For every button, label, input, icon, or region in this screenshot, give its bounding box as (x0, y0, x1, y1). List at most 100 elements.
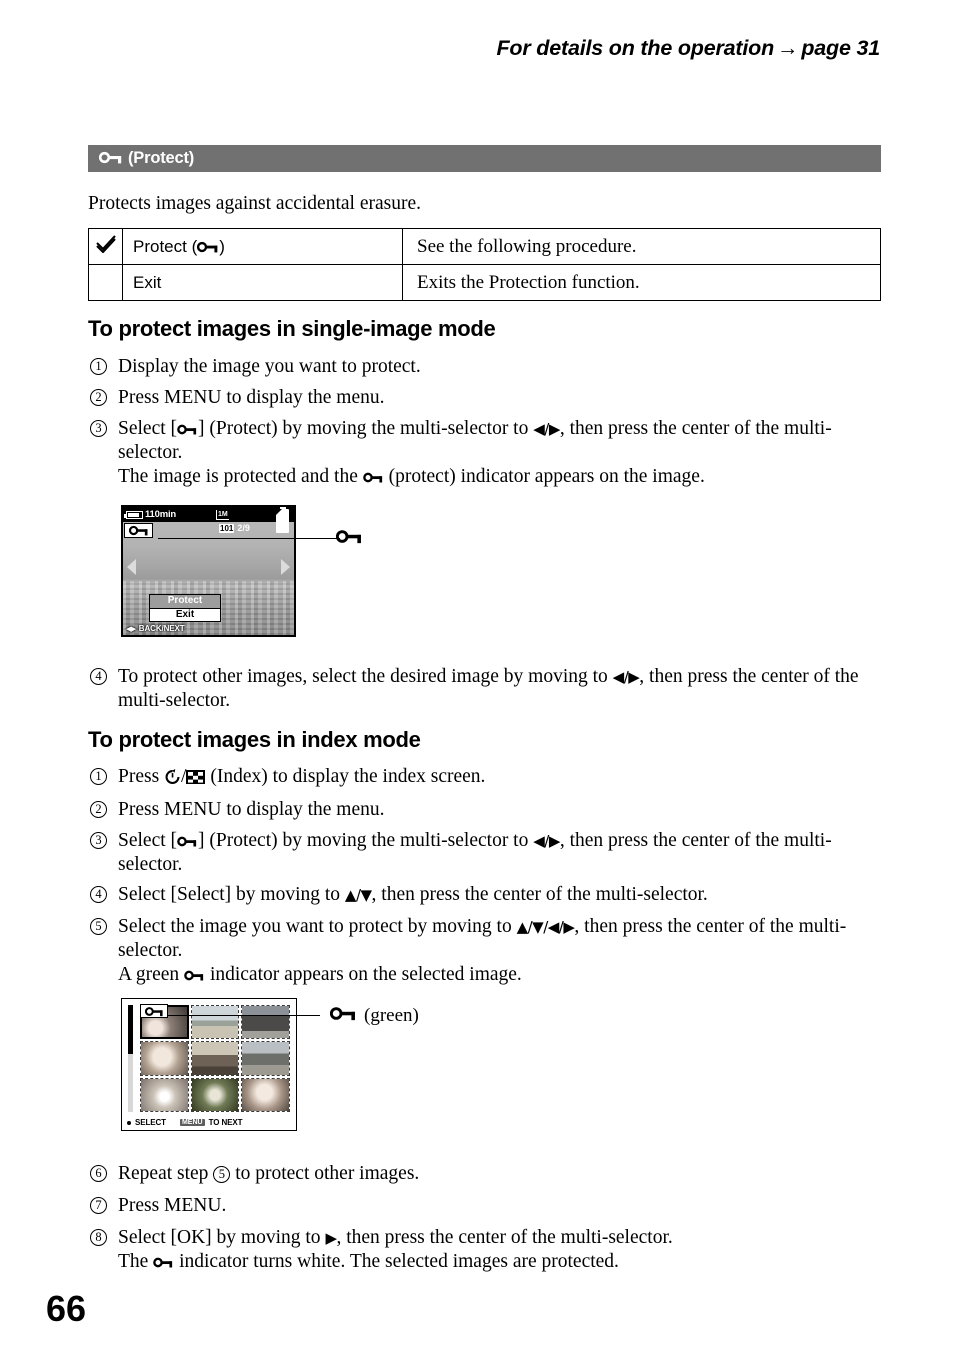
step-text-fragment: indicator appears on the selected image. (205, 964, 522, 985)
list-item[interactable] (241, 1077, 290, 1112)
index-scrollbar[interactable] (128, 1005, 133, 1112)
step-number: 4 (90, 665, 118, 689)
step-text-fragment: to protect other images. (230, 1163, 420, 1184)
lcd-menu-item-exit[interactable]: Exit (149, 608, 221, 622)
section-title: (Protect) (128, 149, 195, 167)
index-callout-label: (green) (329, 1005, 419, 1027)
step-text: Display the image you want to protect. (118, 356, 421, 377)
step-number: 1 (90, 355, 118, 379)
option-description-protect: See the following procedure. (402, 228, 881, 265)
list-item[interactable] (241, 1005, 290, 1040)
table-row[interactable]: Exit Exits the Protection function. (88, 264, 881, 301)
folder-number-label: 101 (219, 523, 235, 533)
menu-key-badge: MENU (179, 1119, 205, 1126)
table-row[interactable]: Protect ( ) See the following procedure. (88, 228, 881, 265)
step-number: 2 (90, 798, 118, 822)
heading-single-image-mode: To protect images in single-image mode (88, 316, 496, 341)
step-text: Select [OK] by moving to ▶, then press t… (118, 1226, 890, 1274)
lcd-prev-arrow-icon[interactable] (127, 559, 136, 575)
step-number: 6 (90, 1162, 118, 1186)
step-text-fragment: A green (118, 964, 185, 985)
step-index-1: 1 Press / (Index) to display the index s… (90, 765, 890, 789)
step-text: To protect other images, select the desi… (118, 665, 890, 713)
running-head-text: For details on the operation (496, 36, 775, 60)
scrollbar-thumb[interactable] (128, 1005, 133, 1055)
lcd-menu-item-protect[interactable]: Protect (149, 594, 221, 608)
lcd-status-bar: 110min 1M (123, 507, 294, 522)
step-number: 7 (90, 1194, 118, 1218)
list-item[interactable] (190, 1005, 240, 1040)
direction-left-right-icon: ◀/▶ (533, 832, 560, 850)
step-text-fragment: Select the image you want to protect by … (118, 916, 517, 937)
callout-protect-key-icon (335, 529, 363, 549)
step-text: Select [Select] by moving to ▲/▼, then p… (118, 883, 890, 907)
step-index-3: 3 Select [ ] (Protect) by moving the mul… (90, 829, 890, 877)
section-header-bar: (Protect) (88, 145, 881, 172)
checkmark-icon (88, 228, 123, 265)
step-text-fragment: Select [OK] by moving to (118, 1227, 326, 1248)
image-size-icon: 1M (216, 509, 229, 520)
callout-green-label: (green) (364, 1005, 419, 1026)
running-head: For details on the operation → page 31 (497, 36, 881, 61)
step-text-fragment: , then press the center of the multi-sel… (336, 1227, 673, 1248)
battery-time-label: 110min (145, 509, 177, 520)
step-text-fragment: Select [Select] by moving to (118, 884, 345, 905)
option-name-exit: Exit (122, 264, 403, 301)
step-text: Select the image you want to protect by … (118, 915, 890, 987)
lcd-next-arrow-icon[interactable] (281, 559, 290, 575)
section-intro-text: Protects images against accidental erasu… (88, 193, 421, 214)
lcd-callout-line (158, 538, 340, 539)
image-size-label: 1M (218, 510, 228, 518)
step-index-7: 7 Press MENU. (90, 1194, 890, 1218)
lcd-bottom-hint: ◀▶ BACK/NEXT (123, 622, 294, 635)
step-text-fragment: Select [ (118, 418, 178, 439)
direction-right-icon: ▶ (325, 1229, 337, 1247)
list-item[interactable] (140, 1041, 189, 1076)
step-number: 8 (90, 1226, 118, 1250)
step-index-4: 4 Select [Select] by moving to ▲/▼, then… (90, 883, 890, 907)
step-text-fragment: Press (118, 766, 165, 787)
step-single-3: 3 Select [ ] (Protect) by moving the mul… (90, 417, 890, 489)
self-timer-icon (164, 766, 181, 787)
step-number: 3 (90, 417, 118, 441)
step-text: Select [ ] (Protect) by moving the multi… (118, 417, 890, 489)
image-counter-label: 2/9 (237, 523, 250, 533)
step-index-2: 2 Press MENU to display the menu. (90, 798, 890, 822)
battery-small-icon (124, 510, 143, 519)
list-item[interactable] (190, 1077, 240, 1112)
lcd-protect-badge (124, 523, 153, 538)
step-text-fragment: Repeat step (118, 1163, 214, 1184)
step-single-1: 1 Display the image you want to protect. (90, 355, 890, 379)
step-number: 1 (90, 765, 118, 789)
direction-left-right-icon: ◀/▶ (612, 668, 640, 686)
step-text-fragment: indicator turns white. The selected imag… (174, 1251, 619, 1272)
step-text-fragment: ] (Protect) by moving the multi-selector… (198, 418, 534, 439)
index-thumbnail-grid (140, 1005, 290, 1112)
step-text-fragment: , then press the center of the multi-sel… (371, 884, 708, 905)
step-number: 5 (90, 915, 118, 939)
protect-key-icon (177, 418, 198, 439)
step-text-fragment: Select [ (118, 830, 178, 851)
running-head-page-ref: page 31 (801, 36, 880, 60)
index-grid-icon (186, 766, 206, 787)
select-hint-label: SELECT (135, 1118, 166, 1127)
step-index-5: 5 Select the image you want to protect b… (90, 915, 890, 987)
option-label-text: Protect ( (133, 236, 198, 256)
step-number: 4 (90, 883, 118, 907)
step-reference: 5 (213, 1166, 231, 1183)
step-text: Press MENU to display the menu. (118, 387, 385, 408)
battery-level-icon (276, 507, 289, 533)
step-index-8: 8 Select [OK] by moving to ▶, then press… (90, 1226, 890, 1274)
option-name-protect: Protect ( ) (122, 228, 403, 265)
step-index-6: 6 Repeat step 5 to protect other images. (90, 1162, 890, 1186)
direction-up-down-icon: ▲/▼ (344, 886, 372, 904)
index-screen-illustration: SELECT MENU TO NEXT (121, 998, 297, 1131)
options-table: Protect ( ) See the following procedure.… (88, 228, 881, 301)
step-text: Press / (Index) to display the index scr… (118, 765, 890, 789)
folder-and-counter: 101 2/9 (219, 523, 250, 533)
step-text-fragment: The (118, 1251, 154, 1272)
list-item[interactable] (241, 1041, 290, 1076)
protect-key-icon (177, 830, 198, 851)
list-item[interactable] (140, 1077, 189, 1112)
list-item[interactable] (190, 1041, 240, 1076)
